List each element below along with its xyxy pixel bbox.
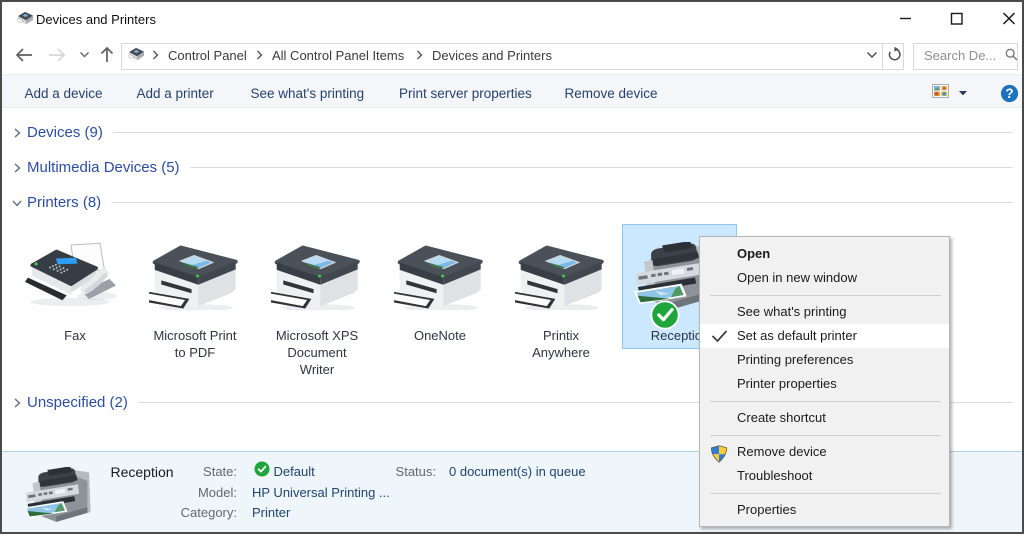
svg-text:?: ?: [1005, 86, 1013, 101]
